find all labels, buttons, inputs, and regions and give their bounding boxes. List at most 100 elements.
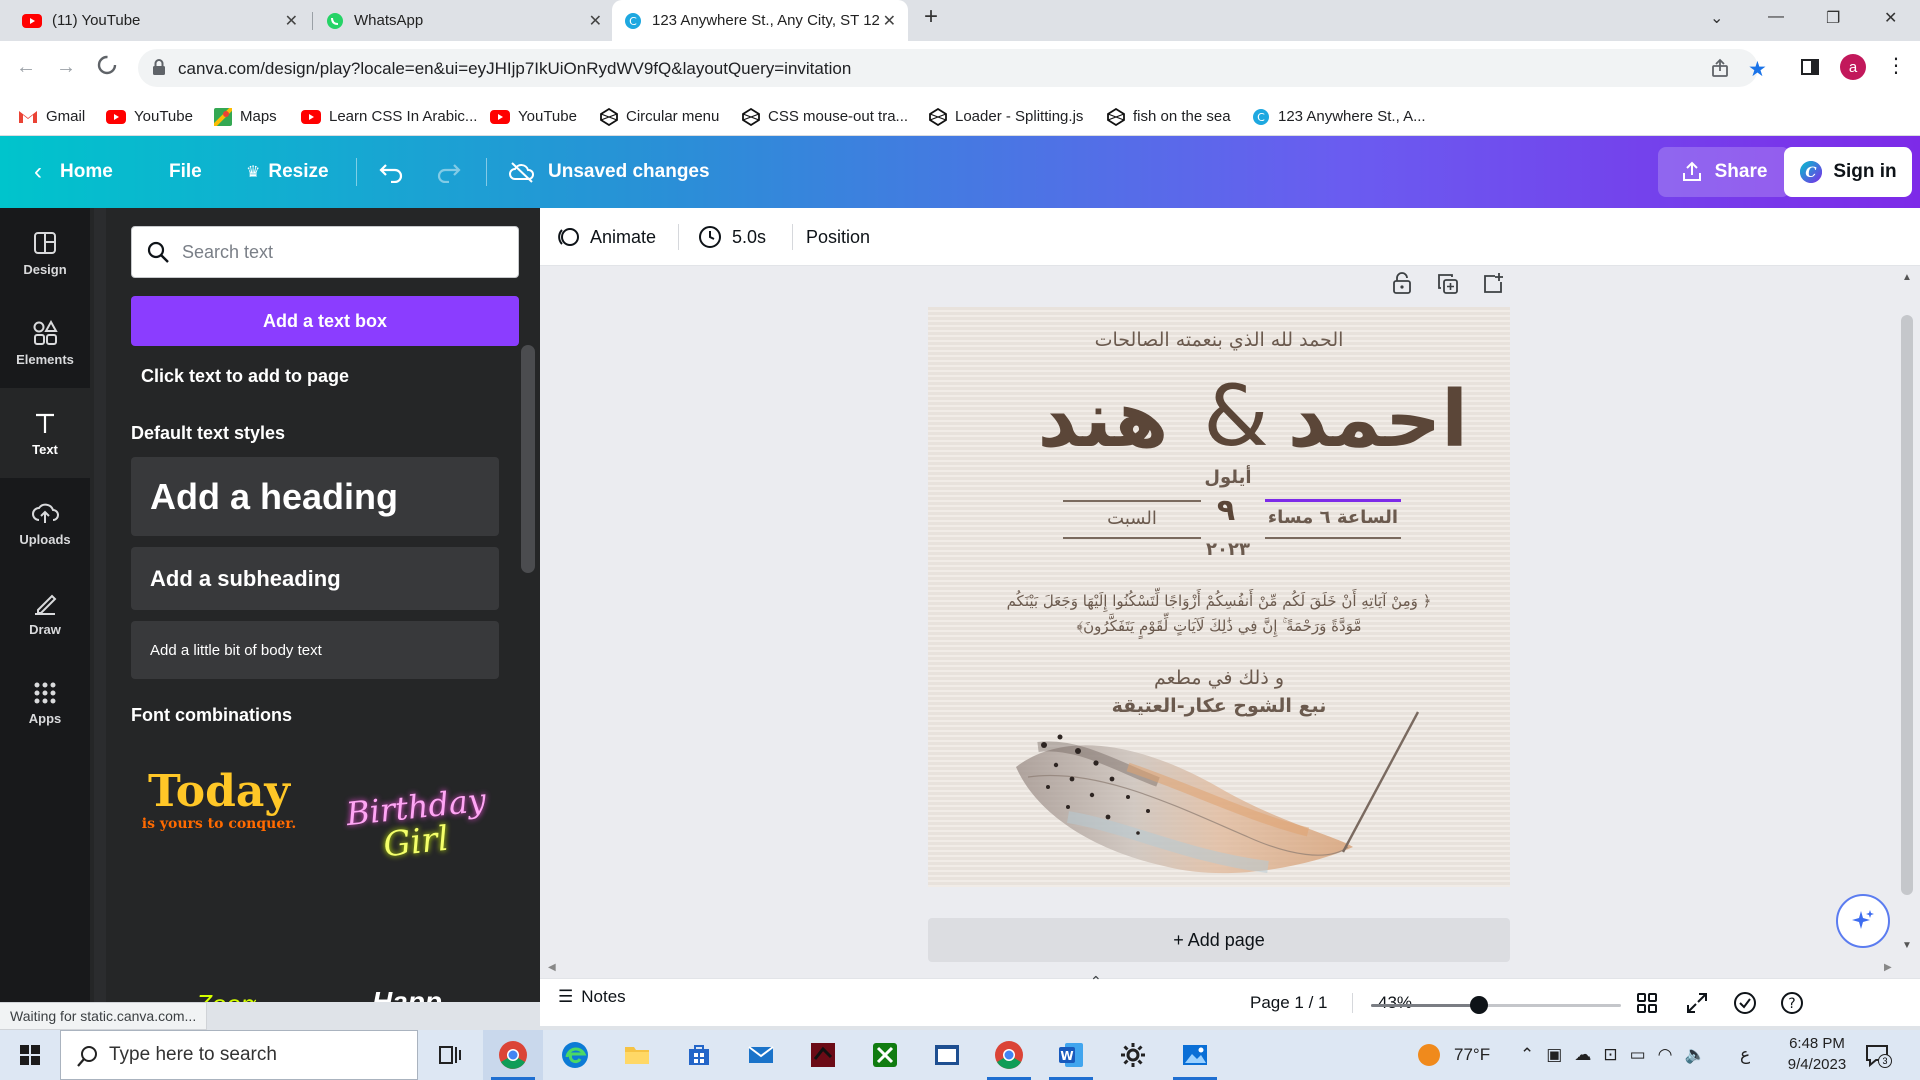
save-status[interactable]: Unsaved changes [508,136,710,208]
taskbar-chrome-2[interactable] [979,1030,1039,1080]
file-menu[interactable]: File [169,136,202,208]
add-page-icon[interactable] [1482,272,1504,294]
font-combo-partial-2[interactable]: Happy [372,982,442,1002]
bookmark-canva[interactable]: C 123 Anywhere St., A... [1252,97,1426,136]
taskbar-app-window[interactable] [917,1030,977,1080]
share-page-icon[interactable] [1710,58,1730,78]
profile-avatar[interactable]: a [1840,54,1866,80]
taskbar-mail[interactable] [731,1030,791,1080]
taskbar-chrome[interactable] [483,1030,543,1080]
add-page-button[interactable]: + Add page [928,918,1510,962]
rail-elements[interactable]: Elements [0,298,90,388]
font-combo-partial-1[interactable]: Zoom [196,986,256,1002]
task-view-button[interactable] [420,1030,480,1080]
panel-left-scrollbar[interactable] [94,208,106,1002]
tab-whatsapp[interactable]: WhatsApp ✕ [314,0,614,41]
scroll-up-icon[interactable]: ▲ [1902,272,1912,283]
search-text-input[interactable]: Search text [131,226,519,278]
animate-button[interactable]: Animate [556,208,656,266]
meet-icon[interactable]: ▣ [1546,1045,1562,1065]
redo-button[interactable] [436,136,462,208]
close-tab-icon[interactable]: ✕ [589,11,602,31]
taskbar-store[interactable] [669,1030,729,1080]
taskbar-settings[interactable] [1103,1030,1163,1080]
maximize-button[interactable]: ❐ [1826,8,1840,28]
minimize-button[interactable]: — [1768,8,1784,26]
add-text-box-button[interactable]: Add a text box [131,296,519,346]
wifi-icon[interactable]: ◠ [1658,1045,1673,1065]
onedrive-cloud-icon[interactable]: ☁ [1574,1045,1591,1065]
rail-text[interactable]: Text [0,388,90,478]
notes-button[interactable]: ☰ Notes [558,987,626,1003]
scroll-right-icon[interactable]: ▶ [1884,962,1892,973]
taskbar-file-explorer[interactable] [607,1030,667,1080]
taskbar-photos[interactable] [1165,1030,1225,1080]
taskbar-word[interactable]: W [1041,1030,1101,1080]
battery-icon[interactable]: ▭ [1630,1045,1646,1065]
bookmark-maps[interactable]: Maps [214,97,277,136]
duplicate-page-icon[interactable] [1437,273,1459,295]
bookmark-loader[interactable]: Loader - Splitting.js [929,97,1083,136]
add-subheading-option[interactable]: Add a subheading [131,547,499,610]
fullscreen-button[interactable] [1686,979,1708,1027]
zoom-level[interactable]: 43% [1378,979,1412,1027]
undo-button[interactable] [378,136,404,208]
panel-scrollbar[interactable] [521,345,535,573]
grid-view-button[interactable] [1636,979,1658,1027]
browser-menu-icon[interactable]: ⋮ [1886,53,1906,78]
bookmark-learn-css[interactable]: Learn CSS In Arabic... [301,97,477,136]
check-button[interactable] [1733,979,1757,1027]
position-button[interactable]: Position [806,208,870,266]
tab-search-icon[interactable]: ⌄ [1710,8,1723,28]
sign-in-button[interactable]: C Sign in [1784,147,1912,197]
bookmark-star-icon[interactable]: ★ [1748,57,1767,82]
zoom-slider-handle[interactable] [1469,996,1488,1014]
bookmark-youtube-2[interactable]: YouTube [490,97,577,136]
volume-icon[interactable]: 🔈 [1684,1045,1705,1065]
add-body-text-option[interactable]: Add a little bit of body text [131,621,499,679]
close-tab-icon[interactable]: ✕ [883,11,896,31]
rail-apps[interactable]: Apps [0,658,90,748]
lock-page-icon[interactable] [1392,272,1412,294]
duration-button[interactable]: 5.0s [698,208,766,266]
invitation-card[interactable]: الحمد لله الذي بنعمته الصالحات احمد & هن… [928,307,1510,887]
tab-youtube[interactable]: (11) YouTube ✕ [10,0,310,41]
page-drawer-handle[interactable]: ⌃ [1056,973,1140,993]
help-button[interactable]: ? [1780,979,1804,1027]
canvas-scrollbar[interactable] [1901,315,1913,895]
bookmark-gmail[interactable]: Gmail [18,97,85,136]
url-field[interactable]: canva.com/design/play?locale=en&ui=eyJHI… [138,49,1767,87]
back-icon[interactable]: ← [16,56,36,79]
rail-design[interactable]: Design [0,208,90,298]
rail-draw[interactable]: Draw [0,568,90,658]
input-language[interactable]: ع [1740,1030,1750,1080]
magic-assistant-button[interactable] [1836,894,1890,948]
tab-canva-design[interactable]: C 123 Anywhere St., Any City, ST 12 ✕ [612,0,908,41]
weather-widget[interactable]: 77°F [1418,1030,1490,1080]
page-indicator[interactable]: Page 1 / 1 [1250,979,1328,1027]
close-window-button[interactable]: ✕ [1884,8,1897,28]
scroll-down-icon[interactable]: ▼ [1902,940,1912,951]
notification-button[interactable]: 3 [1864,1042,1892,1068]
font-combo-today[interactable]: Today is yours to conquer. [131,768,307,878]
start-button[interactable] [0,1030,60,1080]
taskbar-game[interactable] [793,1030,853,1080]
share-button[interactable]: Share [1658,147,1790,197]
loading-icon[interactable] [96,54,118,76]
rail-uploads[interactable]: Uploads [0,478,90,568]
resize-button[interactable]: ♛ Resize [246,136,329,208]
bookmark-fish[interactable]: fish on the sea [1107,97,1231,136]
taskbar-edge[interactable] [545,1030,605,1080]
bookmark-css-mouse-out[interactable]: CSS mouse-out tra... [742,97,908,136]
taskbar-search-input[interactable]: Type here to search [60,1030,418,1080]
home-button[interactable]: ‹ Home [34,136,113,208]
network-icon[interactable]: ⊡ [1603,1045,1617,1065]
scroll-left-icon[interactable]: ◀ [548,962,556,973]
side-panel-icon[interactable] [1800,57,1820,77]
bookmark-youtube[interactable]: YouTube [106,97,193,136]
bookmark-circular-menu[interactable]: Circular menu [600,97,719,136]
forward-icon[interactable]: → [56,56,76,79]
new-tab-button[interactable]: + [924,3,938,31]
font-combo-birthday-girl[interactable]: Birthday Girl [326,781,506,900]
close-tab-icon[interactable]: ✕ [285,11,298,31]
